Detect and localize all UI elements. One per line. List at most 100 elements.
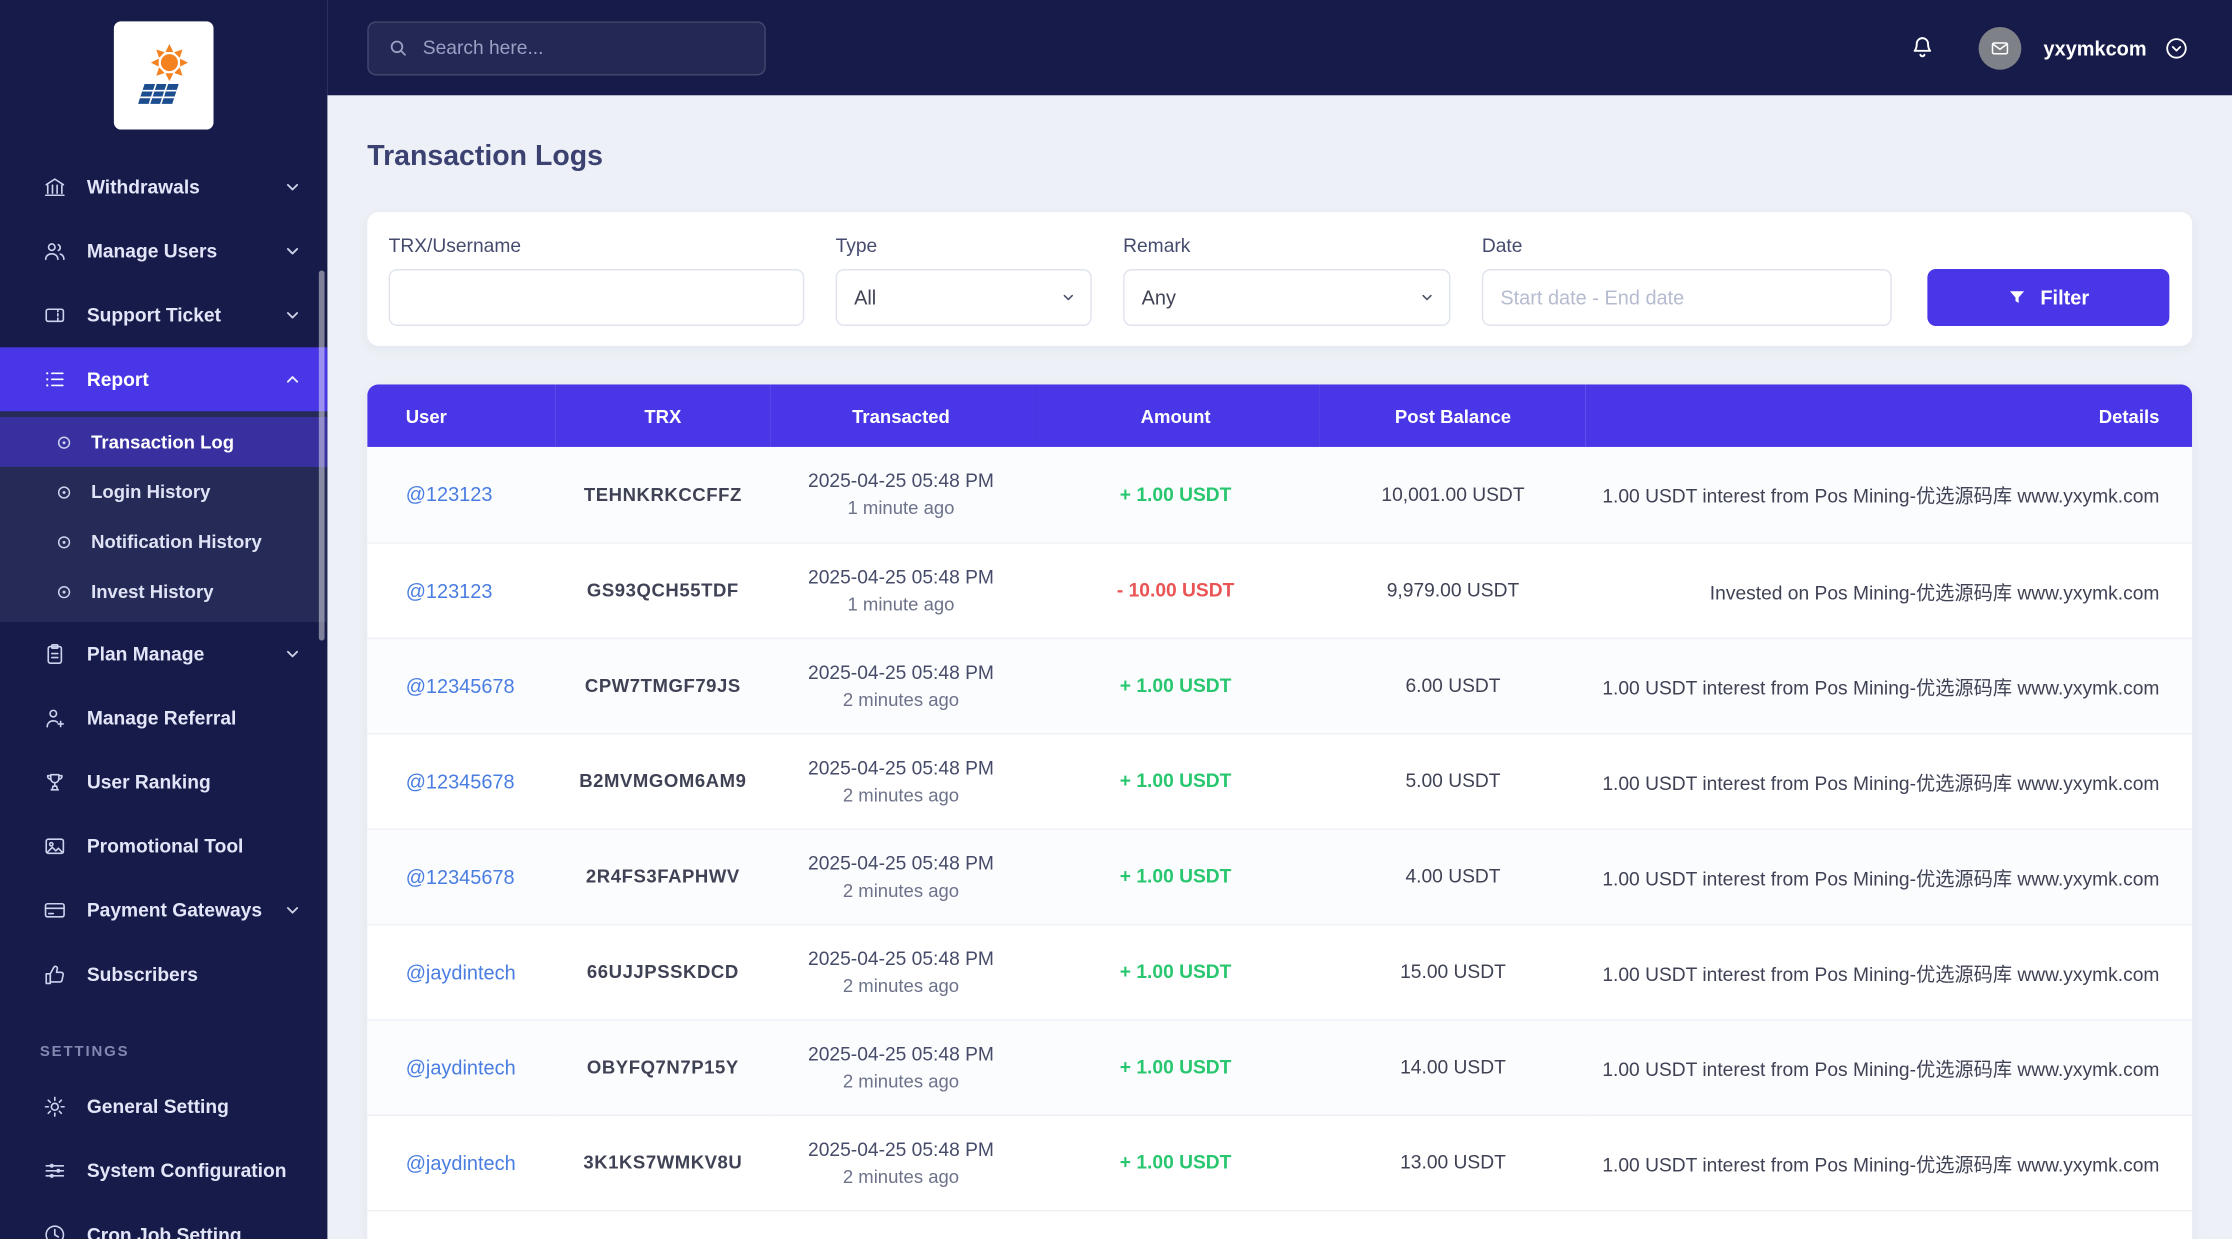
sidebar-item-label: Payment Gateways [86,899,263,921]
amount-value: + 1.00 USDT [1119,770,1232,792]
sidebar-item-payment-gateways[interactable]: Payment Gateways [0,878,327,942]
sidebar-item-label: Report [86,368,149,391]
sidebar-subitem-login-history[interactable]: Login History [0,467,327,517]
remark-label: Remark [1123,234,1191,257]
user-link[interactable]: @123123 [406,483,493,506]
transacted-date: 2025-04-25 05:48 PM [808,565,994,588]
trx-cell: B2MVMGOM6AM9 [555,733,771,830]
image-icon [43,834,67,858]
sidebar-item-general-setting[interactable]: General Setting [0,1075,327,1139]
username-label[interactable]: yxymkcom [2044,36,2147,59]
post-balance-cell: 6.00 USDT [1319,637,1587,734]
transacted-cell: 2025-04-25 05:48 PM 2 minutes ago [770,923,1032,1020]
sidebar-item-label: User Ranking [86,771,211,793]
user-link[interactable]: @12345678 [406,865,515,888]
transacted-date: 2025-04-25 05:48 PM [808,661,994,683]
filter-button[interactable]: Filter [1927,269,2170,326]
transacted-cell: 2025-04-25 05:48 PM 2 minutes ago [770,637,1032,734]
user-link[interactable]: @12345678 [406,674,515,697]
sidebar-subitem-notification-history[interactable]: Notification History [0,517,327,567]
sidebar-subitem-label: Transaction Log [91,431,235,453]
sidebar-item-manage-referral[interactable]: Manage Referral [0,686,327,750]
user-avatar[interactable] [1978,26,2021,70]
sidebar-item-manage-users[interactable]: Manage Users [0,219,327,283]
table-header-row: User TRX Transacted Amount Post Balance … [367,384,2193,447]
table-row: @12345678 CPW7TMGF79JS 2025-04-25 05:48 … [367,637,2193,734]
ticket-icon [43,303,67,327]
post-balance-cell: 5.00 USDT [1319,733,1587,830]
date-range-input[interactable] [1481,269,1892,326]
logo-icon [138,44,188,104]
chevron-circle-icon[interactable] [2164,35,2190,61]
sidebar-item-system-configuration[interactable]: System Configuration [0,1139,327,1203]
col-header-amount: Amount [1031,384,1320,447]
user-link[interactable]: @jaydintech [406,1151,516,1174]
trx-cell: GS93QCH55TDF [555,542,771,639]
table-row: @123123 GS93QCH55TDF 2025-04-25 05:48 PM… [367,542,2193,639]
amount-value: + 1.00 USDT [1119,674,1232,697]
col-header-post-balance: Post Balance [1319,384,1587,447]
user-link[interactable]: @12345678 [406,769,515,792]
dot-circle-icon [54,581,74,601]
sidebar-item-report[interactable]: Report [0,347,328,412]
search-input[interactable] [422,37,746,59]
user-link[interactable]: @jaydintech [406,1056,516,1079]
sidebar-item-plan-manage[interactable]: Plan Manage [0,622,327,686]
sidebar-subitem-transaction-log[interactable]: Transaction Log [0,417,328,467]
bell-icon[interactable] [1908,34,1935,61]
chevron-down-icon [283,178,302,197]
amount-value: + 1.00 USDT [1119,1056,1232,1078]
trophy-icon [43,770,67,794]
remark-select[interactable]: Any [1123,269,1451,326]
users-icon [43,239,67,263]
col-header-transacted: Transacted [770,384,1032,447]
report-submenu: Transaction Log Login History Notificati… [0,411,328,623]
sidebar-item-withdrawals[interactable]: Withdrawals [0,155,327,219]
date-label: Date [1481,234,1523,257]
post-balance-cell: 9,979.00 USDT [1319,542,1587,639]
amount-value: + 1.00 USDT [1119,1151,1232,1173]
trx-cell: TEHNKRKCCFFZ [555,446,771,544]
transactions-table: User TRX Transacted Amount Post Balance … [367,384,2193,1211]
search-icon [387,37,408,58]
sidebar-item-cron-job-setting[interactable]: Cron Job Setting [0,1203,327,1239]
details-cell: 1.00 USDT interest from Pos Mining-优选源码库… [1586,923,2193,1020]
details-cell: 1.00 USDT interest from Pos Mining-优选源码库… [1586,637,2193,734]
col-header-trx: TRX [555,384,771,447]
trx-cell: OBYFQ7N7P15Y [555,1019,771,1116]
col-header-details: Details [1586,384,2193,447]
table-row: @12345678 2R4FS3FAPHWV 2025-04-25 05:48 … [367,828,2193,925]
amount-value: + 1.00 USDT [1119,960,1232,983]
details-cell: Invested on Pos Mining-优选源码库 www.yxymk.c… [1586,542,2193,639]
sidebar: Withdrawals Manage Users Support Ticket … [0,0,328,1239]
page-title: Transaction Logs [367,140,603,173]
user-link[interactable]: @jaydintech [406,960,516,983]
transacted-date: 2025-04-25 05:48 PM [808,756,994,778]
sidebar-item-label: General Setting [86,1096,229,1118]
user-link[interactable]: @123123 [406,579,493,602]
sidebar-item-user-ranking[interactable]: User Ranking [0,750,327,814]
transacted-cell: 2025-04-25 05:48 PM 2 minutes ago [770,1019,1032,1116]
credit-card-icon [43,898,67,922]
envelope-icon [1989,38,2009,58]
sidebar-item-label: Support Ticket [86,304,222,326]
transactions-table-card: User TRX Transacted Amount Post Balance … [367,384,2193,1239]
list-icon [43,367,67,391]
sidebar-item-subscribers[interactable]: Subscribers [0,942,327,1006]
sidebar-scrollbar[interactable] [318,270,325,641]
sidebar-item-promotional-tool[interactable]: Promotional Tool [0,814,327,878]
app-logo[interactable] [113,21,214,130]
sidebar-item-support-ticket[interactable]: Support Ticket [0,283,327,347]
bank-icon [43,175,67,199]
trx-username-input[interactable] [388,269,805,326]
search-box[interactable] [367,20,766,75]
post-balance-cell: 10,001.00 USDT [1319,446,1587,544]
type-select[interactable]: All [835,269,1092,326]
post-balance-cell: 13.00 USDT [1319,1114,1587,1211]
sidebar-subitem-invest-history[interactable]: Invest History [0,567,327,617]
table-row: @12345678 B2MVMGOM6AM9 2025-04-25 05:48 … [367,733,2193,830]
type-group: Type All [835,235,1092,326]
trx-cell: 66UJJPSSKDCD [555,923,771,1020]
details-cell: 1.00 USDT interest from Pos Mining-优选源码库… [1586,828,2193,925]
amount-value: + 1.00 USDT [1119,483,1232,505]
